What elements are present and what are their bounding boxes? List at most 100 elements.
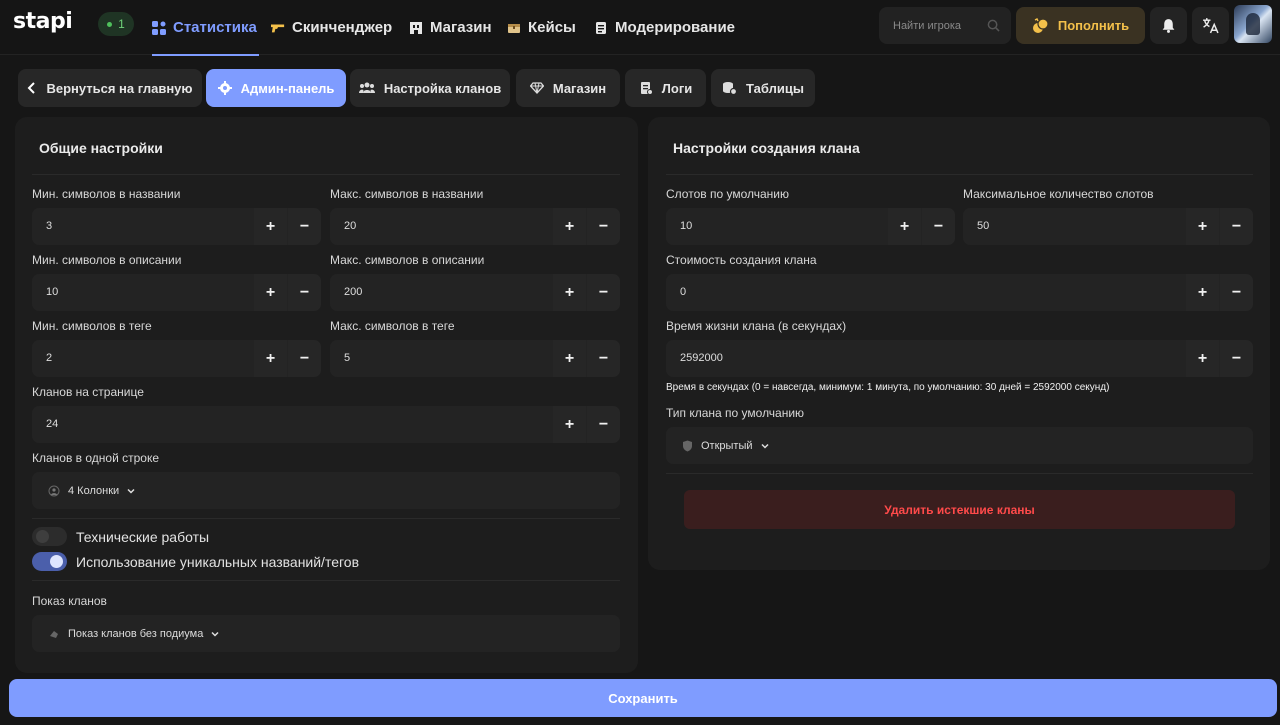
topup-label: Пополнить [1057, 18, 1130, 33]
decrement-button[interactable]: − [288, 208, 321, 245]
decrement-button[interactable]: − [1220, 340, 1253, 377]
max-desc-value[interactable]: 200 [344, 286, 362, 298]
tab-tables[interactable]: Таблицы [711, 69, 815, 107]
shop-icon [410, 21, 422, 34]
clan-lifetime-field[interactable]: 2592000 + − [666, 340, 1253, 377]
decrement-button[interactable]: − [1220, 274, 1253, 311]
decrement-button[interactable]: − [587, 340, 620, 377]
max-tag-label: Макс. символов в теге [330, 319, 455, 333]
min-desc-field[interactable]: 10 + − [32, 274, 321, 311]
tab-clan-settings[interactable]: Настройка кланов [350, 69, 510, 107]
max-name-value[interactable]: 20 [344, 220, 356, 232]
max-name-field[interactable]: 20 + − [330, 208, 620, 245]
increment-button[interactable]: + [1186, 208, 1219, 245]
clan-display-select[interactable]: Показ кланов без подиума [32, 615, 620, 652]
logs-icon [640, 82, 653, 95]
tab-shop[interactable]: Магазин [516, 69, 620, 107]
min-name-value[interactable]: 3 [46, 220, 52, 232]
logo[interactable]: stapi [13, 9, 73, 34]
default-slots-value[interactable]: 10 [680, 220, 692, 232]
nav-shop[interactable]: Магазин [409, 0, 492, 55]
increment-button[interactable]: + [553, 208, 586, 245]
creation-cost-value[interactable]: 0 [680, 286, 686, 298]
search-input[interactable] [893, 19, 983, 32]
coins-icon [1032, 17, 1049, 33]
toggle-knob [36, 530, 49, 543]
nav-skinchanger[interactable]: Скинченджер [271, 0, 392, 55]
notifications-button[interactable] [1150, 7, 1187, 44]
gear-icon [217, 81, 232, 95]
decrement-button[interactable]: − [587, 208, 620, 245]
max-tag-field[interactable]: 5 + − [330, 340, 620, 377]
increment-button[interactable]: + [553, 340, 586, 377]
increment-button[interactable]: + [888, 208, 921, 245]
nav-cases[interactable]: Кейсы [507, 0, 576, 55]
language-button[interactable] [1192, 7, 1229, 44]
max-slots-value[interactable]: 50 [977, 220, 989, 232]
decrement-button[interactable]: − [288, 274, 321, 311]
max-slots-field[interactable]: 50 + − [963, 208, 1253, 245]
toggle-knob [50, 555, 63, 568]
increment-button[interactable]: + [553, 274, 586, 311]
moderation-icon [596, 21, 606, 34]
decrement-button[interactable]: − [1220, 208, 1253, 245]
max-desc-label: Макс. символов в описании [330, 253, 485, 267]
unique-names-toggle[interactable] [32, 552, 67, 571]
delete-expired-clans-button[interactable]: Удалить истекшие кланы [684, 490, 1235, 529]
max-name-label: Макс. символов в названии [330, 187, 484, 201]
save-button[interactable]: Сохранить [9, 679, 1277, 717]
clans-per-page-value[interactable]: 24 [46, 418, 58, 430]
divider [666, 174, 1253, 175]
min-tag-label: Мин. символов в теге [32, 319, 152, 333]
clans-per-row-select[interactable]: 4 Колонки [32, 472, 620, 509]
clans-per-row-value: 4 Колонки [68, 484, 120, 497]
increment-button[interactable]: + [254, 274, 287, 311]
max-desc-field[interactable]: 200 + − [330, 274, 620, 311]
default-slots-field[interactable]: 10 + − [666, 208, 955, 245]
topup-button[interactable]: Пополнить [1016, 7, 1145, 44]
increment-button[interactable]: + [254, 208, 287, 245]
nav-stats[interactable]: Статистика [152, 0, 259, 56]
chevron-left-icon [28, 82, 36, 94]
increment-button[interactable]: + [1186, 274, 1219, 311]
tab-logs[interactable]: Логи [625, 69, 706, 107]
stats-icon [152, 20, 166, 35]
chevron-down-icon [761, 443, 769, 449]
creation-settings-title: Настройки создания клана [673, 140, 860, 156]
increment-button[interactable]: + [254, 340, 287, 377]
clan-type-select[interactable]: Открытый [666, 427, 1253, 464]
users-icon [358, 82, 375, 93]
increment-button[interactable]: + [1186, 340, 1219, 377]
min-tag-field[interactable]: 2 + − [32, 340, 321, 377]
creation-cost-field[interactable]: 0 + − [666, 274, 1253, 311]
user-avatar[interactable] [1234, 5, 1272, 43]
min-desc-value[interactable]: 10 [46, 286, 58, 298]
decrement-button[interactable]: − [288, 340, 321, 377]
tab-admin-panel-label: Админ-панель [240, 80, 335, 96]
online-badge: 1 [98, 12, 134, 36]
decrement-button[interactable]: − [587, 406, 620, 443]
lifetime-hint: Время в секундах (0 = навсегда, минимум:… [666, 382, 1110, 393]
podium-icon [50, 630, 58, 638]
shield-icon [683, 440, 692, 451]
online-dot [107, 21, 113, 27]
decrement-button[interactable]: − [922, 208, 955, 245]
maintenance-toggle[interactable] [32, 527, 67, 546]
clans-per-page-field[interactable]: 24 + − [32, 406, 620, 443]
clan-lifetime-label: Время жизни клана (в секундах) [666, 319, 847, 333]
clan-lifetime-value[interactable]: 2592000 [680, 352, 723, 364]
max-tag-value[interactable]: 5 [344, 352, 350, 364]
tab-back-home[interactable]: Вернуться на главную [18, 69, 202, 107]
nav-shop-label: Магазин [430, 19, 492, 36]
min-tag-value[interactable]: 2 [46, 352, 52, 364]
online-count: 1 [118, 17, 125, 31]
diamond-icon [529, 82, 544, 94]
tab-back-home-label: Вернуться на главную [46, 80, 193, 96]
tab-tables-label: Таблицы [746, 80, 804, 96]
decrement-button[interactable]: − [587, 274, 620, 311]
min-name-field[interactable]: 3 + − [32, 208, 321, 245]
tab-admin-panel[interactable]: Админ-панель [206, 69, 346, 107]
nav-moderation[interactable]: Модерирование [594, 0, 735, 55]
search-icon[interactable] [987, 19, 1000, 32]
increment-button[interactable]: + [553, 406, 586, 443]
